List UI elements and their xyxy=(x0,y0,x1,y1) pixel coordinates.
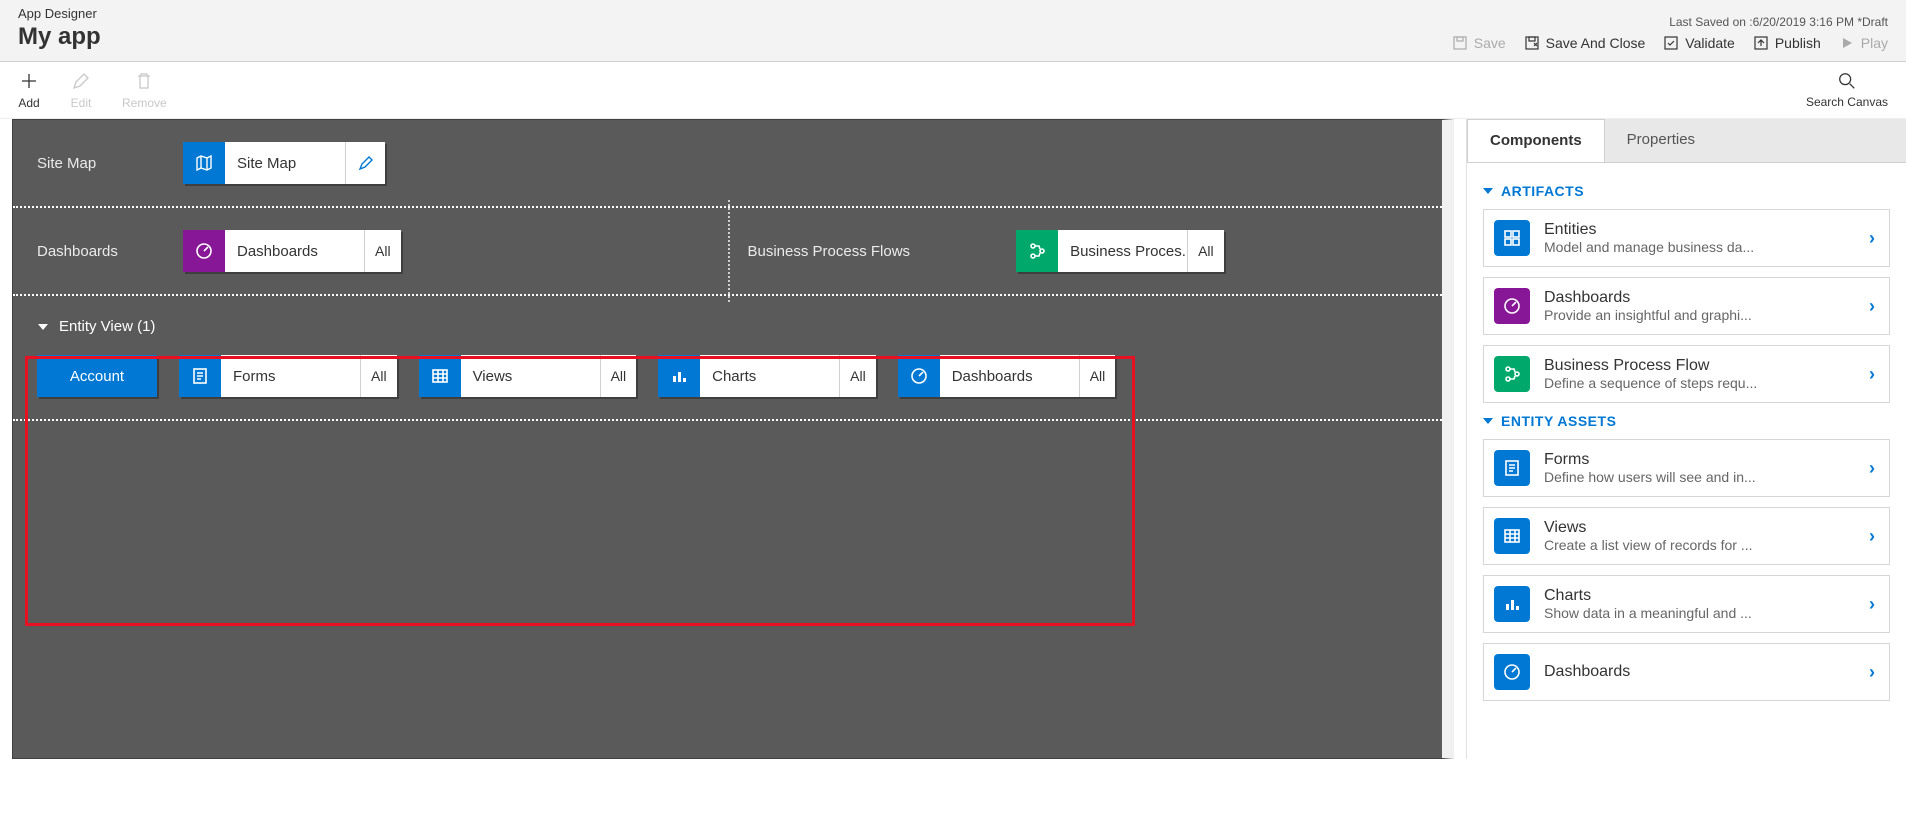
tab-components[interactable]: Components xyxy=(1467,119,1605,162)
grid-icon xyxy=(419,355,461,397)
chart-icon xyxy=(658,355,700,397)
publish-button[interactable]: Publish xyxy=(1753,35,1821,51)
entity-dashboards-tile-label: Dashboards xyxy=(940,355,1080,397)
card-entity-dashboards[interactable]: Dashboards › xyxy=(1483,643,1890,701)
form-icon xyxy=(1494,450,1530,486)
chevron-right-icon: › xyxy=(1869,228,1875,249)
sitemap-tile[interactable]: Site Map xyxy=(183,142,385,184)
play-icon xyxy=(1839,35,1855,51)
trash-icon xyxy=(133,70,155,92)
search-icon xyxy=(1837,71,1857,91)
validate-icon xyxy=(1663,35,1679,51)
map-icon xyxy=(183,142,225,184)
chevron-right-icon: › xyxy=(1869,526,1875,547)
dashboard-icon xyxy=(1494,654,1530,690)
sitemap-edit-button[interactable] xyxy=(345,142,385,184)
dashboards-tag[interactable]: All xyxy=(365,230,401,272)
form-icon xyxy=(179,355,221,397)
save-icon xyxy=(1452,35,1468,51)
chevron-right-icon: › xyxy=(1869,662,1875,683)
caret-down-icon xyxy=(37,321,49,333)
last-saved-label: Last Saved on :6/20/2019 3:16 PM *Draft xyxy=(1452,15,1888,29)
entity-account-tile[interactable]: Account xyxy=(37,355,157,397)
forms-tile-label: Forms xyxy=(221,355,361,397)
entity-assets-header[interactable]: ENTITY ASSETS xyxy=(1483,413,1890,429)
save-and-close-button[interactable]: Save And Close xyxy=(1524,35,1646,51)
forms-tile[interactable]: Forms All xyxy=(179,355,397,397)
right-panel: Components Properties ARTIFACTS Entities… xyxy=(1466,119,1906,759)
flow-icon xyxy=(1016,230,1058,272)
forms-tag[interactable]: All xyxy=(361,355,397,397)
remove-button: Remove xyxy=(122,70,167,110)
tab-properties[interactable]: Properties xyxy=(1605,119,1906,162)
entity-view-header[interactable]: Entity View (1) xyxy=(37,318,1418,335)
breadcrumb: App Designer xyxy=(18,6,101,21)
publish-icon xyxy=(1753,35,1769,51)
charts-tile[interactable]: Charts All xyxy=(658,355,876,397)
chevron-right-icon: › xyxy=(1869,364,1875,385)
caret-down-icon xyxy=(1483,186,1493,196)
views-tile[interactable]: Views All xyxy=(419,355,637,397)
entity-dashboards-tag[interactable]: All xyxy=(1080,355,1116,397)
play-button[interactable]: Play xyxy=(1839,35,1888,51)
chevron-right-icon: › xyxy=(1869,594,1875,615)
charts-tag[interactable]: All xyxy=(840,355,876,397)
dashboards-tile[interactable]: Dashboards All xyxy=(183,230,401,272)
grid-icon xyxy=(1494,518,1530,554)
add-button[interactable]: Add xyxy=(18,70,40,110)
chevron-right-icon: › xyxy=(1869,458,1875,479)
caret-down-icon xyxy=(1483,416,1493,426)
search-canvas-button[interactable]: Search Canvas xyxy=(1806,71,1888,109)
validate-button[interactable]: Validate xyxy=(1663,35,1735,51)
bpf-tile-label: Business Proces... xyxy=(1058,230,1188,272)
flow-icon xyxy=(1494,356,1530,392)
card-forms[interactable]: Forms Define how users will see and in..… xyxy=(1483,439,1890,497)
plus-icon xyxy=(18,70,40,92)
dashboard-icon xyxy=(1494,288,1530,324)
entity-dashboards-tile[interactable]: Dashboards All xyxy=(898,355,1116,397)
dashboards-label: Dashboards xyxy=(37,243,167,260)
charts-tile-label: Charts xyxy=(700,355,840,397)
save-close-icon xyxy=(1524,35,1540,51)
artifacts-header[interactable]: ARTIFACTS xyxy=(1483,183,1890,199)
edit-button: Edit xyxy=(70,70,92,110)
pencil-icon xyxy=(70,70,92,92)
dashboard-icon xyxy=(898,355,940,397)
design-canvas[interactable]: Site Map Site Map Dashbo xyxy=(12,119,1454,759)
bpf-label: Business Process Flows xyxy=(748,243,911,260)
bpf-tile[interactable]: Business Proces... All xyxy=(1016,230,1224,272)
dashboards-tile-label: Dashboards xyxy=(225,230,365,272)
chevron-right-icon: › xyxy=(1869,296,1875,317)
card-entities[interactable]: Entities Model and manage business da...… xyxy=(1483,209,1890,267)
entities-icon xyxy=(1494,220,1530,256)
card-bpf[interactable]: Business Process Flow Define a sequence … xyxy=(1483,345,1890,403)
card-views[interactable]: Views Create a list view of records for … xyxy=(1483,507,1890,565)
chart-icon xyxy=(1494,586,1530,622)
bpf-tag[interactable]: All xyxy=(1188,230,1224,272)
views-tag[interactable]: All xyxy=(601,355,637,397)
save-button[interactable]: Save xyxy=(1452,35,1506,51)
card-charts[interactable]: Charts Show data in a meaningful and ...… xyxy=(1483,575,1890,633)
page-title: My app xyxy=(18,23,101,51)
sitemap-label: Site Map xyxy=(37,155,167,172)
sitemap-tile-label: Site Map xyxy=(225,142,345,184)
dashboard-icon xyxy=(183,230,225,272)
card-dashboards[interactable]: Dashboards Provide an insightful and gra… xyxy=(1483,277,1890,335)
views-tile-label: Views xyxy=(461,355,601,397)
